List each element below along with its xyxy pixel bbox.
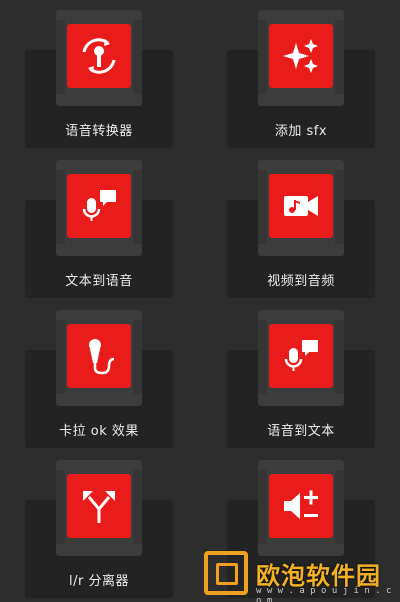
tile-speech-to-text[interactable]: 语音到文本 (227, 310, 375, 448)
volume-plus-minus-icon (269, 474, 333, 538)
mic-speech-bubble-icon (269, 324, 333, 388)
tile-voice-changer[interactable]: 语音转换器 (25, 10, 173, 148)
tool-grid: 语音转换器 添加 sfx 文本到语音 视频到音频 卡拉 ok 效果 语音到文本 … (0, 0, 400, 602)
tile-label: 语音到文本 (267, 424, 335, 439)
mic-swap-icon (67, 24, 131, 88)
tile-label: 语音转换器 (65, 124, 133, 139)
sparkles-icon (269, 24, 333, 88)
tile-label: 卡拉 ok 效果 (59, 424, 139, 439)
watermark-logo-icon (204, 551, 248, 595)
watermark-url: w w w . a p o u j i n . c o m (256, 586, 392, 602)
tile-lr-splitter[interactable]: l/r 分离器 (25, 460, 173, 598)
split-arrows-icon (67, 474, 131, 538)
tile-text-to-speech[interactable]: 文本到语音 (25, 160, 173, 298)
tile-karaoke-effect[interactable]: 卡拉 ok 效果 (25, 310, 173, 448)
tile-label: 文本到语音 (65, 274, 133, 289)
tile-video-to-audio[interactable]: 视频到音频 (227, 160, 375, 298)
mic-speech-bubble-icon (67, 174, 131, 238)
tile-label: 视频到音频 (267, 274, 335, 289)
watermark: 欧泡软件园 w w w . a p o u j i n . c o m (200, 544, 400, 602)
tile-add-sfx[interactable]: 添加 sfx (227, 10, 375, 148)
karaoke-mic-icon (67, 324, 131, 388)
tile-label: l/r 分离器 (69, 574, 129, 589)
video-music-icon (269, 174, 333, 238)
tile-label: 添加 sfx (274, 124, 328, 139)
